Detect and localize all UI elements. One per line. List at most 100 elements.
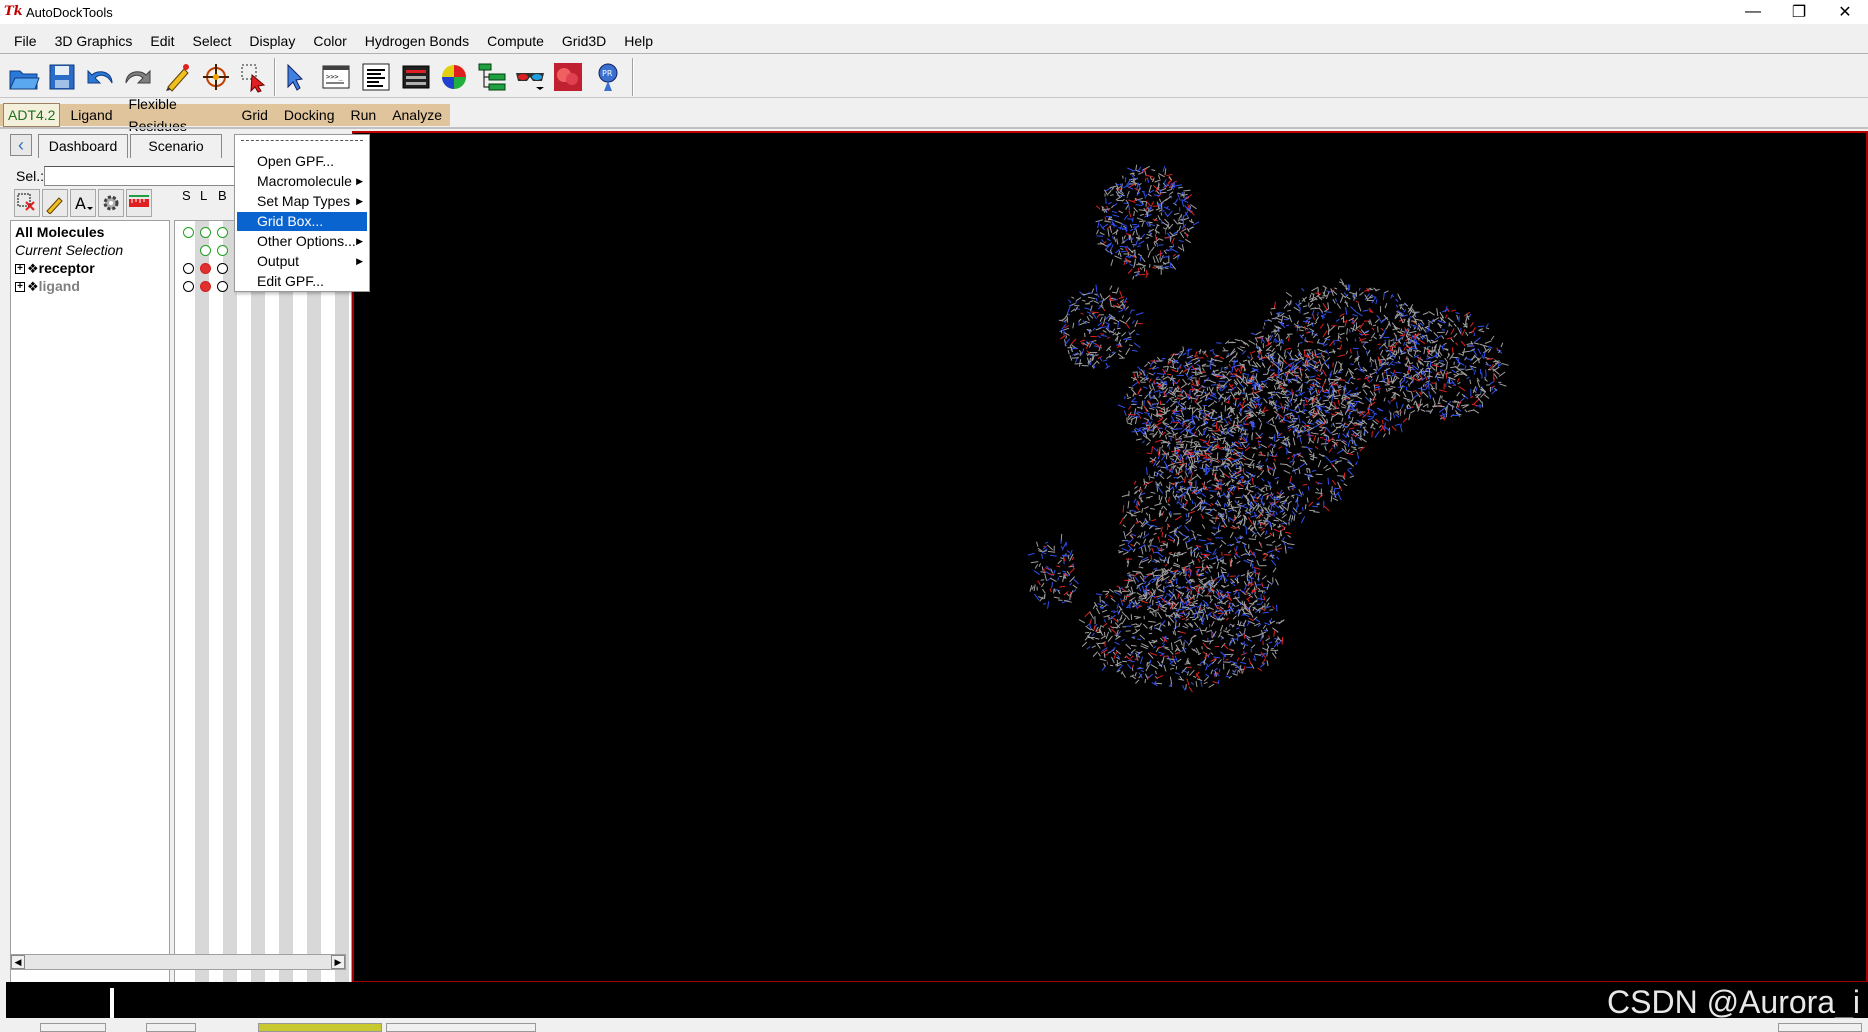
- status-segment: [386, 1023, 536, 1032]
- menu-grid3d[interactable]: Grid3D: [553, 29, 615, 53]
- column-stripe: [251, 221, 265, 989]
- menu-3d-graphics[interactable]: 3D Graphics: [46, 29, 142, 53]
- menu-set-map-types[interactable]: Set Map Types ▶: [237, 192, 367, 211]
- submenu-arrow-icon: ▶: [356, 176, 363, 186]
- adt-menu-flexible-residues[interactable]: Flexible Residues: [121, 93, 234, 137]
- divider: [0, 127, 1868, 129]
- menu-hydrogen-bonds[interactable]: Hydrogen Bonds: [356, 29, 478, 53]
- python-shell-icon[interactable]: >>>_: [318, 59, 354, 95]
- show-toggle[interactable]: [183, 227, 194, 238]
- adt-menu-docking[interactable]: Docking: [276, 104, 343, 126]
- menu-macromolecule[interactable]: Macromolecule ▶: [237, 172, 367, 191]
- minimize-button[interactable]: —: [1730, 0, 1776, 24]
- save-disk-icon[interactable]: [44, 59, 80, 95]
- tree-item-receptor[interactable]: + ❖receptor: [15, 260, 95, 277]
- show-toggle[interactable]: [217, 263, 228, 274]
- molecule-render: [1027, 164, 1509, 693]
- menu-item-label: Output: [257, 253, 300, 269]
- menu-display[interactable]: Display: [240, 29, 304, 53]
- column-header-l[interactable]: L: [200, 188, 207, 203]
- main-menu-bar: File 3D Graphics Edit Select Display Col…: [0, 28, 1868, 54]
- adt-menu-ligand[interactable]: Ligand: [62, 104, 120, 126]
- grid-dropdown-menu: Open GPF... Macromolecule ▶ Set Map Types…: [234, 134, 370, 292]
- tree-item-ligand[interactable]: + ❖ligand: [15, 278, 80, 295]
- toolbar-separator: [274, 58, 276, 96]
- column-stripe: [335, 221, 349, 989]
- status-segment: [146, 1023, 196, 1032]
- settings-gear-icon[interactable]: [98, 189, 124, 217]
- open-folder-icon[interactable]: [6, 59, 42, 95]
- text-align-icon[interactable]: [358, 59, 394, 95]
- scroll-left-icon[interactable]: ◀: [11, 955, 25, 969]
- molecule-icon: ❖: [27, 261, 39, 276]
- undo-arrow-icon[interactable]: [82, 59, 118, 95]
- adt-menu-run[interactable]: Run: [343, 104, 385, 126]
- show-toggle[interactable]: [183, 281, 194, 292]
- tree-current-selection[interactable]: Current Selection: [15, 242, 123, 258]
- sequence-viewer-icon[interactable]: [398, 59, 434, 95]
- pmv-logo-icon[interactable]: PR: [590, 59, 626, 95]
- adt-menu-analyze[interactable]: Analyze: [384, 104, 450, 126]
- pointer-hand-icon[interactable]: [280, 59, 316, 95]
- svg-text:A: A: [75, 194, 86, 213]
- tab-dashboard[interactable]: Dashboard: [38, 134, 128, 158]
- select-box-icon[interactable]: [236, 59, 272, 95]
- tree-all-molecules[interactable]: All Molecules: [15, 224, 104, 240]
- menu-file[interactable]: File: [0, 29, 46, 53]
- 3d-viewer[interactable]: [352, 131, 1868, 983]
- menu-other-options[interactable]: Other Options... ▶: [237, 232, 367, 251]
- lines-toggle[interactable]: [200, 263, 211, 274]
- pick-pencil-icon[interactable]: [160, 59, 196, 95]
- menu-help[interactable]: Help: [615, 29, 662, 53]
- lines-toggle[interactable]: [200, 281, 211, 292]
- label-text-icon[interactable]: A: [70, 189, 96, 217]
- slider-handle[interactable]: [110, 988, 114, 1018]
- stereo-glasses-icon[interactable]: [512, 59, 548, 95]
- watermark-text: CSDN @Aurora_i: [1607, 984, 1860, 1020]
- menu-grid-box[interactable]: Grid Box...: [237, 212, 367, 231]
- selection-input[interactable]: [44, 166, 244, 186]
- collapse-panel-icon[interactable]: ‹: [10, 134, 32, 156]
- color-ball-icon[interactable]: [436, 59, 472, 95]
- adt-menu-grid[interactable]: Grid: [233, 104, 275, 126]
- menu-item-label: Grid Box...: [257, 213, 324, 229]
- show-toggle[interactable]: [217, 227, 228, 238]
- menu-output[interactable]: Output ▶: [237, 252, 367, 271]
- title-bar: Tk AutoDockTools — ❐ ✕: [0, 0, 1868, 24]
- molecule-label: ligand: [38, 278, 80, 294]
- horizontal-scrollbar[interactable]: ◀ ▶: [10, 954, 346, 970]
- clear-selection-icon[interactable]: [14, 189, 40, 217]
- show-toggle[interactable]: [217, 245, 228, 256]
- close-button[interactable]: ✕: [1822, 0, 1868, 24]
- redo-arrow-icon[interactable]: [120, 59, 156, 95]
- menu-edit-gpf[interactable]: Edit GPF...: [237, 272, 367, 291]
- svg-text:PR: PR: [602, 69, 613, 78]
- expand-icon[interactable]: +: [15, 282, 25, 293]
- expand-icon[interactable]: +: [15, 264, 25, 275]
- center-target-icon[interactable]: [198, 59, 234, 95]
- pencil-icon[interactable]: [42, 189, 68, 217]
- molecule-label: receptor: [38, 260, 95, 276]
- show-toggle[interactable]: [217, 281, 228, 292]
- hierarchy-tree-icon[interactable]: [474, 59, 510, 95]
- adt-menu-bar: ADT4.2 Ligand Flexible Residues Grid Doc…: [0, 96, 450, 134]
- menu-edit[interactable]: Edit: [141, 29, 183, 53]
- molecule-surface-icon[interactable]: [550, 59, 586, 95]
- column-header-s[interactable]: S: [182, 188, 191, 203]
- show-toggle[interactable]: [200, 227, 211, 238]
- tearoff-line[interactable]: [241, 140, 363, 141]
- restore-button[interactable]: ❐: [1776, 0, 1822, 24]
- menu-open-gpf[interactable]: Open GPF...: [237, 152, 367, 171]
- menu-select[interactable]: Select: [184, 29, 241, 53]
- molecule-tree: All Molecules Current Selection + ❖recept…: [10, 220, 170, 990]
- adt-version-label[interactable]: ADT4.2: [3, 103, 61, 127]
- show-toggle[interactable]: [200, 245, 211, 256]
- tab-scenario[interactable]: Scenario: [130, 134, 222, 158]
- menu-item-label: Set Map Types: [257, 193, 351, 209]
- show-toggle[interactable]: [183, 263, 194, 274]
- ruler-icon[interactable]: [126, 189, 152, 217]
- column-header-b[interactable]: B: [218, 188, 227, 203]
- menu-color[interactable]: Color: [304, 29, 355, 53]
- menu-compute[interactable]: Compute: [478, 29, 553, 53]
- scroll-right-icon[interactable]: ▶: [331, 955, 345, 969]
